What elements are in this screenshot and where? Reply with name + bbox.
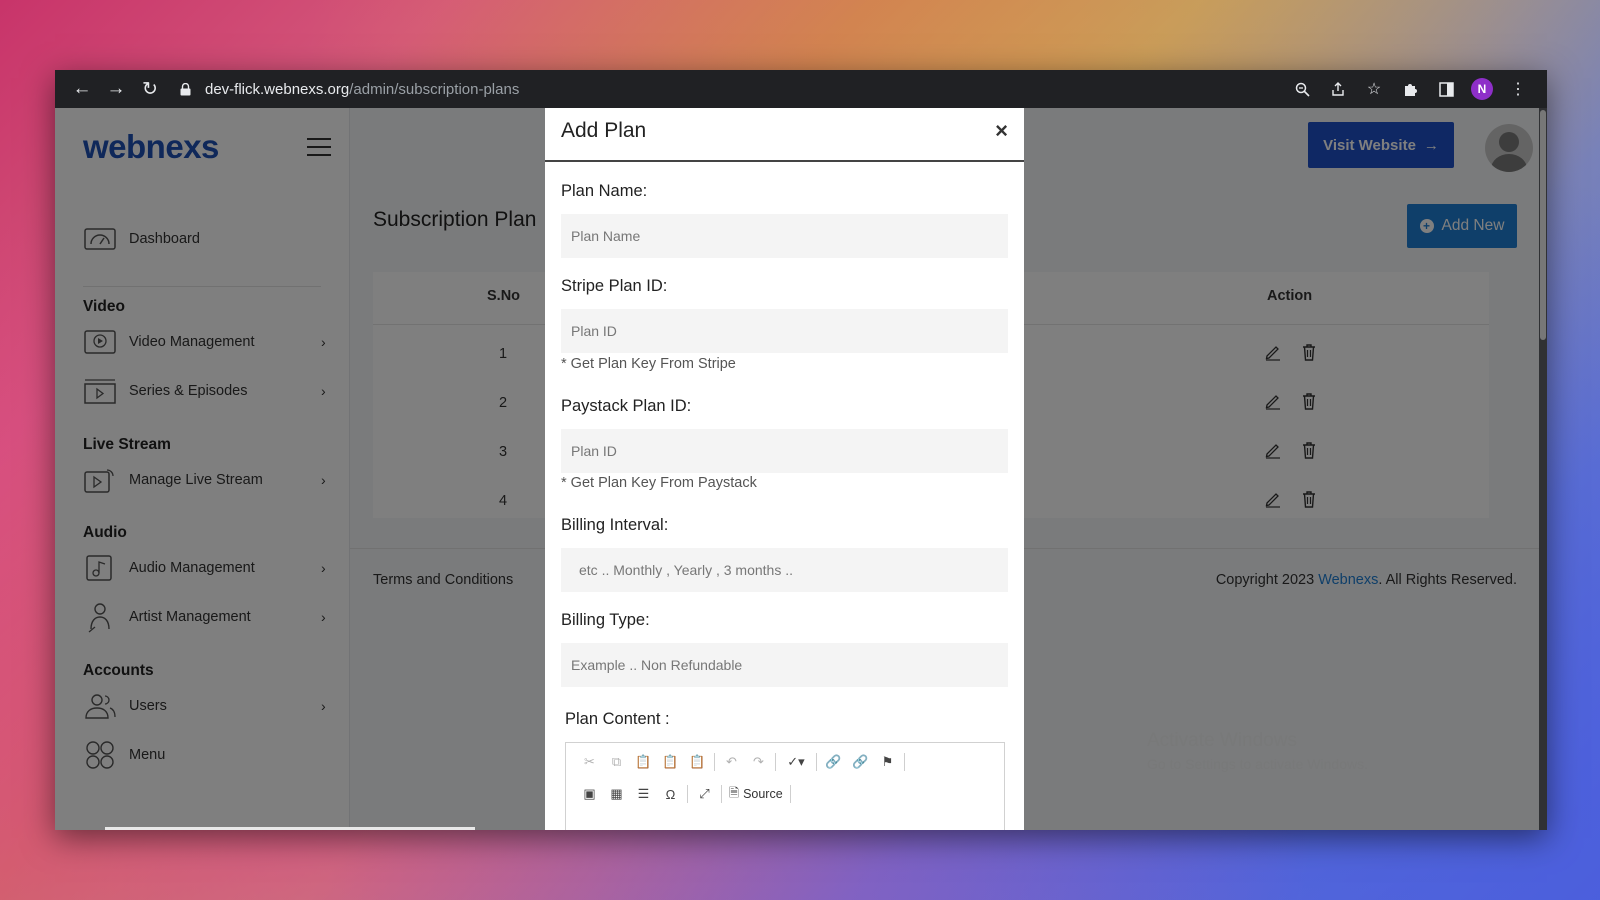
billing-type-label: Billing Type: [561, 611, 650, 629]
browser-window: ← → ↻ dev-flick.webnexs.org/admin/subscr… [55, 70, 1547, 830]
redo-icon[interactable]: ↷ [745, 751, 772, 773]
stripe-plan-id-input[interactable] [561, 309, 1008, 353]
source-button[interactable]: 🗎 Source [725, 784, 787, 805]
unlink-icon[interactable]: 🔗 [847, 751, 874, 773]
horizontal-rule-icon[interactable]: ☰ [630, 783, 657, 805]
share-icon[interactable] [1327, 78, 1349, 100]
paste-word-icon[interactable]: 📋 [684, 751, 711, 773]
source-icon: 🗎 [729, 785, 740, 800]
back-icon[interactable]: ← [65, 74, 99, 104]
more-menu-icon[interactable]: ⋮ [1507, 78, 1529, 100]
billing-interval-input[interactable] [561, 548, 1008, 592]
editor-toolbar-row-1: ✂ ⧉ 📋 📋 📋 ↶ ↷ ✓▾ 🔗 🔗 ⚑ [576, 751, 908, 773]
activate-windows-subtitle: Go to Settings to activate Windows. [1147, 756, 1368, 772]
lock-icon [177, 81, 193, 97]
rich-text-editor[interactable]: ✂ ⧉ 📋 📋 📋 ↶ ↷ ✓▾ 🔗 🔗 ⚑ ▣ ▦ ☰ Ω ⤢ 🗎 Sourc… [565, 742, 1005, 830]
browser-toolbar: ← → ↻ dev-flick.webnexs.org/admin/subscr… [55, 70, 1547, 108]
source-label: Source [743, 787, 783, 801]
scrollbar-thumb[interactable] [1540, 110, 1546, 340]
special-char-icon[interactable]: Ω [657, 783, 684, 805]
link-icon[interactable]: 🔗 [820, 751, 847, 773]
maximize-icon[interactable]: ⤢ [691, 783, 718, 805]
reload-icon[interactable]: ↻ [133, 74, 167, 104]
paste-text-icon[interactable]: 📋 [657, 751, 684, 773]
spellcheck-icon[interactable]: ✓▾ [779, 751, 813, 773]
toolbar-separator [687, 785, 688, 803]
paste-icon[interactable]: 📋 [630, 751, 657, 773]
billing-interval-label: Billing Interval: [561, 516, 669, 534]
page-scrollbar[interactable] [1539, 108, 1547, 830]
copy-icon[interactable]: ⧉ [603, 751, 630, 773]
extensions-icon[interactable] [1399, 78, 1421, 100]
side-panel-icon[interactable] [1435, 78, 1457, 100]
anchor-flag-icon[interactable]: ⚑ [874, 751, 901, 773]
editor-toolbar-row-2: ▣ ▦ ☰ Ω ⤢ 🗎 Source [576, 783, 794, 805]
forward-icon[interactable]: → [99, 74, 133, 104]
undo-icon[interactable]: ↶ [718, 751, 745, 773]
close-icon[interactable]: × [995, 118, 1008, 144]
plan-name-input[interactable] [561, 214, 1008, 258]
activate-windows-title: Activate Windows [1147, 730, 1297, 751]
toolbar-separator [816, 753, 817, 771]
url-host: dev-flick.webnexs.org [205, 80, 350, 98]
toolbar-separator [775, 753, 776, 771]
image-icon[interactable]: ▣ [576, 783, 603, 805]
cut-icon[interactable]: ✂ [576, 751, 603, 773]
plan-name-label: Plan Name: [561, 182, 648, 200]
address-bar[interactable]: dev-flick.webnexs.org/admin/subscription… [177, 74, 1257, 104]
paystack-plan-id-input[interactable] [561, 429, 1008, 473]
add-plan-modal: Add Plan × Plan Name: Stripe Plan ID: * … [545, 108, 1024, 830]
horizontal-scrollbar[interactable] [105, 827, 475, 830]
profile-avatar[interactable]: N [1471, 78, 1493, 100]
billing-type-input[interactable] [561, 643, 1008, 687]
plan-content-label: Plan Content : [565, 710, 670, 728]
toolbar-separator [904, 753, 905, 771]
zoom-icon[interactable] [1291, 78, 1313, 100]
paystack-plan-id-label: Paystack Plan ID: [561, 397, 692, 415]
modal-title: Add Plan [561, 119, 647, 142]
paystack-hint: * Get Plan Key From Paystack [561, 475, 757, 491]
toolbar-separator [789, 785, 791, 803]
admin-page: webnexs Dashboard Video Video Management… [55, 108, 1547, 830]
star-icon[interactable]: ☆ [1363, 78, 1385, 100]
url-path: /admin/subscription-plans [349, 80, 520, 98]
modal-header: Add Plan × [545, 108, 1024, 162]
table-icon[interactable]: ▦ [603, 783, 630, 805]
toolbar-separator [721, 785, 722, 803]
stripe-plan-id-label: Stripe Plan ID: [561, 277, 668, 295]
stripe-hint: * Get Plan Key From Stripe [561, 356, 736, 372]
toolbar-separator [714, 753, 715, 771]
